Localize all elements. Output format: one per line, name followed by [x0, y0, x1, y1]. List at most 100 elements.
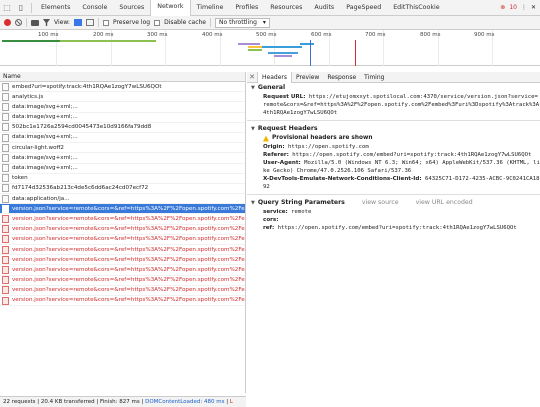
file-icon [2, 153, 9, 162]
request-name: version.json?service=remote&cors=&ref=ht… [12, 236, 245, 243]
timeline-tick-label: 300 ms [147, 32, 168, 38]
tab-headers[interactable]: Headers [257, 72, 292, 83]
request-url-label: Request URL: [263, 94, 306, 100]
timeline-bar [262, 46, 302, 48]
request-row[interactable]: embed?uri=spotify:track:4th1RQAe1zogY7wL… [0, 82, 245, 93]
clear-icon[interactable] [15, 19, 22, 26]
tab-resources[interactable]: Resources [264, 0, 308, 16]
tabbar-right: ⊗ 10 ⋮ ✕ [500, 4, 540, 11]
device-mode-icon[interactable]: ▯ [14, 1, 28, 15]
service-value: remote [291, 209, 312, 215]
request-row[interactable]: data:image/svg+xml;... [0, 102, 245, 113]
query-string-header[interactable]: ▼ Query String Parameters view source vi… [251, 198, 540, 208]
request-row[interactable]: version.json?service=remote&cors=&ref=ht… [0, 204, 245, 215]
request-row[interactable]: version.json?service=remote&cors=&ref=ht… [0, 225, 245, 235]
file-icon [2, 225, 9, 234]
file-icon [2, 265, 9, 274]
tab-timing[interactable]: Timing [360, 72, 388, 83]
tab-timeline[interactable]: Timeline [191, 0, 230, 16]
request-name: data:image/svg+xml;... [12, 134, 78, 141]
request-row[interactable]: 502bc1e1726a2594cd0045473e10d9166fa79dd8 [0, 123, 245, 133]
request-row[interactable]: version.json?service=remote&cors=&ref=ht… [0, 265, 245, 276]
file-icon [2, 255, 9, 264]
file-icon [2, 123, 9, 132]
load-time: L [229, 399, 233, 405]
inspect-icon[interactable]: ⬚ [0, 1, 14, 15]
divider [247, 194, 540, 195]
view-url-encoded-link[interactable]: view URL encoded [416, 198, 473, 208]
request-row[interactable]: circular-light.woff2 [0, 143, 245, 154]
request-name: fd7174d32536ab213c4de5c6dd6ac24cd07ecf72 [12, 185, 149, 192]
preserve-log-label: Preserve log [112, 19, 151, 26]
request-row[interactable]: token [0, 174, 245, 184]
dcl-marker [310, 40, 311, 66]
request-list: Name embed?uri=spotify:track:4th1RQAe1zo… [0, 72, 246, 393]
warning-text: Provisional headers are shown [272, 135, 373, 141]
request-row[interactable]: version.json?service=remote&cors=&ref=ht… [0, 255, 245, 266]
screenshot-icon[interactable] [31, 19, 39, 26]
request-row[interactable]: data:image/svg+xml;... [0, 133, 245, 144]
tab-audits[interactable]: Audits [308, 0, 340, 16]
general-section: ▼ General Request URL: https://etujomxxy… [247, 83, 540, 117]
request-row[interactable]: version.json?service=remote&cors=&ref=ht… [0, 276, 245, 286]
close-details-icon[interactable]: ✕ [247, 73, 257, 81]
error-count[interactable]: 10 [509, 4, 517, 11]
request-row[interactable]: version.json?service=remote&cors=&ref=ht… [0, 286, 245, 296]
origin-header: Origin: https://open.spotify.com [251, 143, 540, 151]
request-row[interactable]: data:image/svg+xml;... [0, 113, 245, 123]
request-url: Request URL: https://etujomxxyt.spotiloc… [251, 93, 540, 117]
view-source-link[interactable]: view source [362, 198, 399, 208]
error-icon[interactable]: ⊗ [500, 4, 505, 11]
divider [31, 2, 32, 13]
general-header[interactable]: ▼ General [251, 83, 540, 93]
request-row[interactable]: analytics.js [0, 92, 245, 103]
request-name: embed?uri=spotify:track:4th1RQAe1zogY7wL… [12, 83, 162, 90]
overview-icon[interactable] [85, 19, 94, 26]
request-row[interactable]: version.json?service=remote&cors=&ref=ht… [0, 245, 245, 256]
origin-value: https://open.spotify.com [287, 144, 369, 150]
request-row[interactable]: version.json?service=remote&cors=&ref=ht… [0, 214, 245, 225]
expanded-triangle-icon: ▼ [251, 126, 255, 132]
throttling-select[interactable]: No throttling ▾ [215, 17, 270, 28]
file-icon [2, 133, 9, 142]
request-row[interactable]: data:application/ja... [0, 194, 245, 205]
request-row[interactable]: version.json?service=remote&cors=&ref=ht… [0, 296, 245, 307]
request-name: version.json?service=remote&cors=&ref=ht… [12, 215, 245, 222]
request-name: analytics.js [12, 93, 44, 100]
file-icon [2, 92, 9, 101]
query-param-cors: cors: [251, 216, 540, 224]
tab-elements[interactable]: Elements [35, 0, 76, 16]
close-icon[interactable]: ✕ [531, 4, 536, 11]
tab-preview[interactable]: Preview [292, 72, 323, 83]
query-param-service: service: remote [251, 208, 540, 216]
view-label: View: [54, 19, 70, 26]
devtools-tabbar: ⬚ ▯ Elements Console Sources Network Tim… [0, 0, 540, 16]
divider [97, 18, 99, 27]
timeline-bar [2, 40, 60, 42]
transferred-size: 20.4 KB transferred [40, 399, 95, 405]
large-rows-icon[interactable] [73, 19, 82, 26]
tab-sources[interactable]: Sources [113, 0, 150, 16]
request-row[interactable]: data:image/svg+xml;... [0, 153, 245, 164]
devtools-client-id-label: X-DevTools-Emulate-Network-Conditions-Cl… [263, 176, 422, 182]
request-row[interactable]: version.json?service=remote&cors=&ref=ht… [0, 235, 245, 245]
record-icon[interactable] [4, 19, 11, 26]
more-icon[interactable]: ⋮ [521, 4, 527, 11]
request-name: version.json?service=remote&cors=&ref=ht… [12, 205, 245, 212]
request-row[interactable]: data:image/svg+xml;... [0, 164, 245, 174]
tab-network[interactable]: Network [150, 0, 191, 16]
network-toolbar: View: Preserve log Disable cache No thro… [0, 16, 540, 30]
filter-icon[interactable] [43, 19, 50, 26]
timeline-overview[interactable]: 100 ms 200 ms 300 ms 400 ms 500 ms 600 m… [0, 30, 540, 66]
preserve-log-checkbox[interactable] [102, 19, 109, 26]
name-column-header[interactable]: Name [0, 72, 245, 82]
tab-editthiscookie[interactable]: EditThisCookie [387, 0, 445, 16]
tab-console[interactable]: Console [76, 0, 113, 16]
tab-response[interactable]: Response [323, 72, 360, 83]
request-row[interactable]: fd7174d32536ab213c4de5c6dd6ac24cd07ecf72 [0, 184, 245, 195]
disable-cache-checkbox[interactable] [154, 19, 161, 26]
tab-profiles[interactable]: Profiles [229, 0, 264, 16]
request-headers-header[interactable]: ▼ Request Headers [251, 124, 540, 134]
file-icon [2, 245, 9, 254]
tab-pagespeed[interactable]: PageSpeed [340, 0, 387, 16]
